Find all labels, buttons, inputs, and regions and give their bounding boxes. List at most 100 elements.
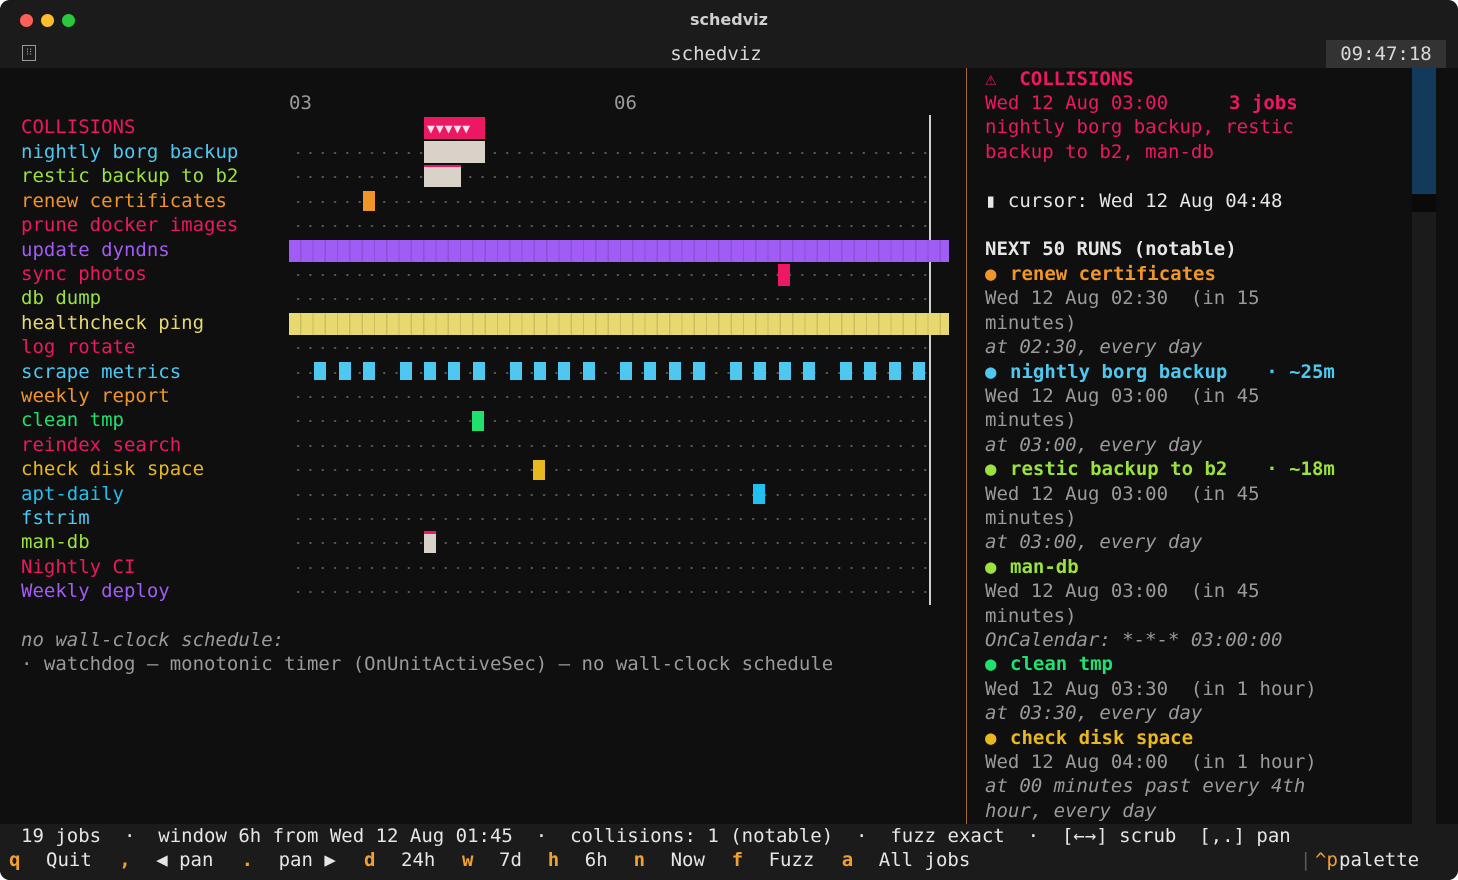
key-hint-label[interactable]: 7d [499,848,522,872]
timeline-row [292,274,928,276]
job-run-block[interactable] [779,362,791,380]
collision-block[interactable] [424,141,485,163]
job-label[interactable]: Nightly CI [21,555,135,579]
job-label[interactable]: sync photos [21,262,147,286]
job-run-bar[interactable] [289,313,949,335]
job-run-block[interactable] [864,362,876,380]
job-run-block[interactable] [840,362,852,380]
job-run-block[interactable] [533,460,545,480]
job-label[interactable]: man-db [21,530,90,554]
job-label[interactable]: log rotate [21,335,135,359]
run-when: Wed 12 Aug 04:00 (in 1 hour) [985,751,1317,773]
run-name[interactable]: clean tmp [1010,652,1113,676]
job-run-block[interactable] [730,362,742,380]
key-hint-label[interactable]: Quit [46,848,92,872]
job-label[interactable]: weekly report [21,384,170,408]
run-name[interactable]: restic backup to b2 [1010,457,1227,481]
run-schedule: at 00 minutes past every 4th [985,775,1306,798]
collisions-row-label: COLLISIONS [21,116,136,138]
timeline-cursor[interactable] [929,115,931,605]
job-run-block[interactable] [534,362,546,380]
window-title: schedviz [690,10,768,29]
job-run-block[interactable] [510,362,522,380]
run-name[interactable]: nightly borg backup [1010,360,1227,384]
key-hint[interactable]: q [9,848,20,872]
job-run-block[interactable] [473,362,485,380]
job-label[interactable]: apt-daily [21,482,124,506]
job-label[interactable]: renew certificates [21,189,227,213]
job-run-block[interactable] [644,362,656,380]
job-run-block[interactable] [889,362,901,380]
key-hint-label[interactable]: 6h [585,848,608,872]
job-run-block[interactable] [754,362,766,380]
job-label[interactable]: check disk space [21,457,204,481]
key-hint-label[interactable]: pan ▶ [279,848,336,872]
job-run-block[interactable] [913,362,925,380]
collisions-heading: ⚠ COLLISIONS [985,68,1134,90]
key-hint[interactable]: d [364,848,375,872]
job-label[interactable]: restic backup to b2 [21,164,238,188]
job-run-block[interactable] [693,362,705,380]
run-when: Wed 12 Aug 03:30 (in 1 hour) [985,677,1317,700]
run-name[interactable]: man-db [1010,555,1079,579]
palette-key[interactable]: ^p [1315,848,1338,872]
key-hint-label[interactable]: ◀ pan [156,848,213,872]
collision-marker[interactable]: ▼▼▼▼▼ [424,117,485,139]
tab-title[interactable]: schedviz [0,43,1432,65]
job-run-block[interactable] [339,362,351,380]
run-schedule: at 03:00, every day [985,433,1203,456]
key-hint[interactable]: n [634,848,645,872]
run-when: minutes) [985,311,1077,334]
run-when: Wed 12 Aug 03:00 (in 45 [985,482,1260,505]
job-label[interactable]: db dump [21,286,101,310]
panel-divider [966,68,967,824]
job-run-block[interactable] [558,362,570,380]
key-hint-label[interactable]: Now [671,848,705,872]
job-run-block[interactable] [778,264,790,286]
job-run-block[interactable] [424,362,436,380]
key-hint[interactable]: . [242,848,253,872]
job-run-block[interactable] [363,191,375,211]
key-hint[interactable]: , [119,848,130,872]
scrollbar-thumb[interactable] [1412,68,1436,194]
panel-scrollbar[interactable] [1412,68,1436,824]
job-label[interactable]: scrape metrics [21,360,181,384]
collision-block[interactable] [424,165,461,187]
key-hint-label[interactable]: Fuzz [769,848,815,872]
key-hint[interactable]: f [732,848,743,872]
job-run-block[interactable] [753,484,765,504]
timeline-row [292,225,928,228]
job-run-bar[interactable] [289,240,949,262]
collision-block[interactable] [424,531,436,553]
job-run-block[interactable] [620,362,632,380]
job-run-block[interactable] [400,362,412,380]
key-hint[interactable]: a [842,848,853,872]
run-name[interactable]: check disk space [1010,726,1193,750]
job-label[interactable]: nightly borg backup [21,140,238,164]
key-hint-label[interactable]: All jobs [879,848,971,872]
job-label[interactable]: clean tmp [21,408,124,432]
key-hint-label[interactable]: 24h [401,848,435,872]
job-run-block[interactable] [669,362,681,380]
palette-label[interactable]: palette [1339,848,1419,872]
key-hint[interactable]: w [462,848,473,872]
job-run-block[interactable] [583,362,595,380]
job-label[interactable]: fstrim [21,506,90,530]
job-label[interactable]: prune docker images [21,213,238,237]
job-run-block[interactable] [314,362,326,380]
job-label[interactable]: Weekly deploy [21,579,170,603]
job-label[interactable]: update dyndns [21,238,170,262]
run-name[interactable]: renew certificates [1010,262,1216,286]
key-hint[interactable]: h [548,848,559,872]
run-bullet-icon: ● [985,726,997,749]
run-when: Wed 12 Aug 03:00 (in 45 [985,385,1260,407]
run-when: Wed 12 Aug 03:00 (in 45 [985,580,1260,603]
job-label[interactable]: reindex search [21,433,181,457]
job-run-block[interactable] [448,362,460,380]
timeline-row [292,347,928,350]
timeline-row [292,444,928,447]
job-run-block[interactable] [472,411,484,431]
job-label[interactable]: healthcheck ping [21,311,204,335]
job-run-block[interactable] [363,362,375,380]
job-run-block[interactable] [803,362,815,380]
